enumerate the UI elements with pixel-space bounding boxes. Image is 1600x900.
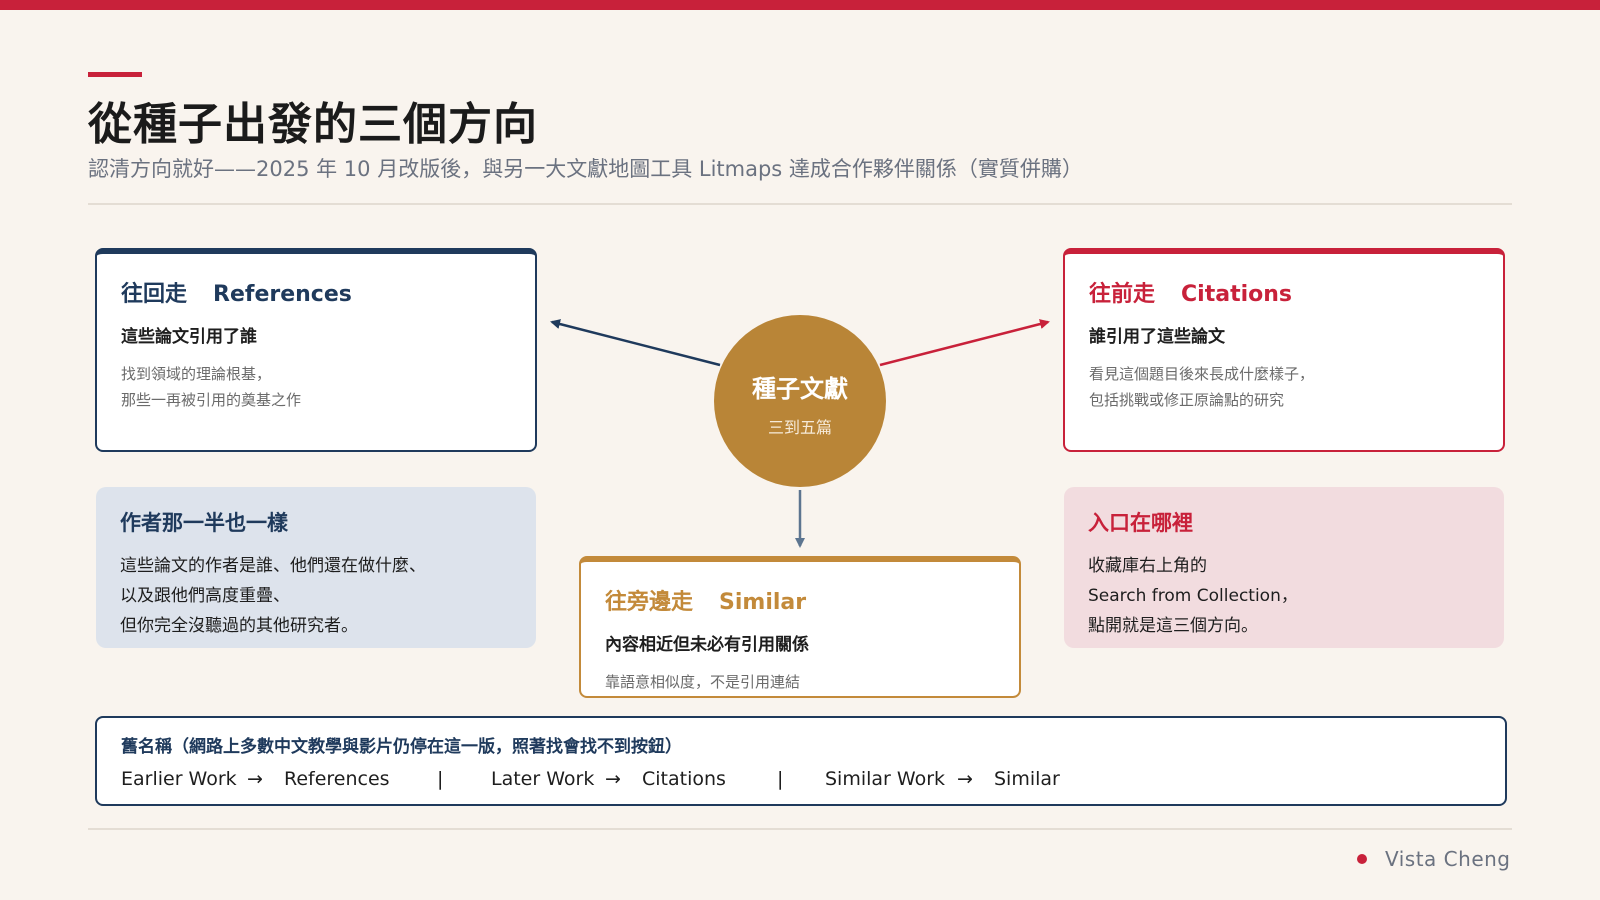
authors-note-line: 但你完全沒聽過的其他研究者。: [120, 616, 358, 636]
references-description: 找到領域的理論根基， 那些一再被引用的奠基之作: [121, 361, 511, 413]
references-heading-zh: 往回走: [121, 282, 188, 307]
footer-author: Vista Cheng: [1385, 847, 1511, 871]
legacy-old-name: Later Work: [491, 768, 595, 790]
footer-divider: [88, 828, 1512, 830]
seed-subtitle: 三到五篇: [767, 418, 832, 437]
authors-note-line: 以及跟他們高度重疊、: [120, 586, 290, 606]
entry-note-line: 點開就是這三個方向。: [1088, 616, 1258, 636]
similar-heading-zh: 往旁邊走: [605, 590, 694, 615]
similar-heading: 往旁邊走 Similar: [605, 584, 995, 616]
citations-subheading: 誰引用了這些論文: [1089, 327, 1225, 347]
entry-note-heading: 入口在哪裡: [1088, 511, 1193, 535]
references-desc-line: 找到領域的理論根基，: [121, 365, 272, 383]
references-heading: 往回走 References: [121, 276, 511, 308]
legacy-new-name: Citations: [642, 768, 726, 790]
seed-papers-circle: 種子文獻 三到五篇: [714, 315, 886, 487]
entry-note-line: Search from Collection，: [1088, 586, 1298, 606]
similar-card: 往旁邊走 Similar 內容相近但未必有引用關係 靠語意相似度，不是引用連結: [579, 556, 1021, 698]
seed-title: 種子文獻: [752, 375, 848, 403]
arrow-to-citations: [879, 319, 1050, 367]
legacy-separator: |: [437, 768, 444, 790]
authors-note: 作者那一半也一樣 這些論文的作者是誰、他們還在做什麼、 以及跟他們高度重疊、 但…: [96, 487, 536, 648]
legacy-new-name: Similar: [994, 768, 1060, 790]
legacy-names-box: 舊名稱（網路上多數中文教學與影片仍停在這一版，照著找會找不到按鈕） Earlie…: [95, 716, 1507, 806]
legacy-arrow: →: [605, 768, 621, 790]
citations-heading: 往前走 Citations: [1089, 276, 1479, 308]
citations-desc-line: 包括挑戰或修正原論點的研究: [1089, 391, 1285, 409]
citations-heading-en: Citations: [1181, 282, 1292, 307]
references-heading-en: References: [213, 282, 352, 307]
entry-note: 入口在哪裡 收藏庫右上角的 Search from Collection， 點開…: [1064, 487, 1504, 648]
similar-description: 靠語意相似度，不是引用連結: [605, 673, 801, 691]
citations-card: 往前走 Citations 誰引用了這些論文 看見這個題目後來長成什麼樣子， 包括…: [1063, 248, 1505, 452]
legacy-arrow: →: [957, 768, 973, 790]
footer: Vista Cheng: [1357, 847, 1511, 871]
legacy-arrow: →: [247, 768, 263, 790]
references-desc-line: 那些一再被引用的奠基之作: [121, 391, 302, 409]
footer-dot-icon: [1357, 854, 1367, 864]
references-subheading: 這些論文引用了誰: [121, 327, 257, 347]
legacy-names-title: 舊名稱（網路上多數中文教學與影片仍停在這一版，照著找會找不到按鈕）: [121, 737, 682, 757]
entry-note-body: 收藏庫右上角的 Search from Collection， 點開就是這三個方…: [1088, 551, 1480, 641]
entry-note-line: 收藏庫右上角的: [1088, 556, 1207, 576]
citations-heading-zh: 往前走: [1089, 282, 1156, 307]
similar-heading-en: Similar: [719, 590, 807, 615]
authors-note-heading: 作者那一半也一樣: [120, 511, 288, 535]
authors-note-body: 這些論文的作者是誰、他們還在做什麼、 以及跟他們高度重疊、 但你完全沒聽過的其他…: [120, 551, 512, 641]
references-card: 往回走 References 這些論文引用了誰 找到領域的理論根基， 那些一再被引…: [95, 248, 537, 452]
citations-desc-line: 看見這個題目後來長成什麼樣子，: [1089, 365, 1315, 383]
legacy-separator: |: [777, 768, 784, 790]
arrow-to-references: [550, 319, 721, 367]
citations-description: 看見這個題目後來長成什麼樣子， 包括挑戰或修正原論點的研究: [1089, 361, 1479, 413]
legacy-old-name: Similar Work: [825, 768, 946, 790]
authors-note-line: 這些論文的作者是誰、他們還在做什麼、: [120, 556, 426, 576]
legacy-new-name: References: [284, 768, 390, 790]
similar-subheading: 內容相近但未必有引用關係: [605, 635, 809, 655]
legacy-old-name: Earlier Work: [121, 768, 237, 790]
